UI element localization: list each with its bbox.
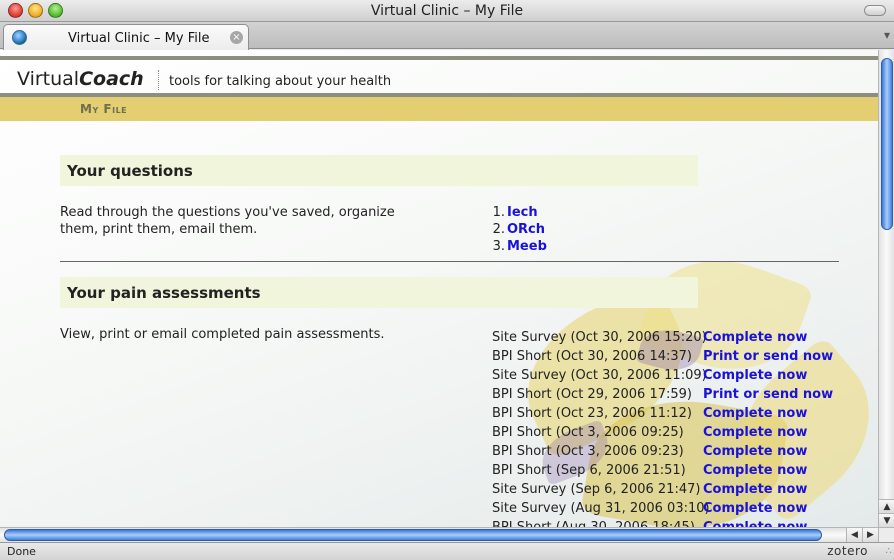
- page-content: VirtualCoach tools for talking about you…: [0, 50, 878, 527]
- scroll-right-arrow-icon[interactable]: ▶: [862, 528, 878, 543]
- zoom-window-button[interactable]: [48, 3, 63, 18]
- tab-bar: Virtual Clinic – My File × ▾: [0, 22, 894, 50]
- assessments-description: View, print or email completed pain asse…: [60, 327, 385, 342]
- section-divider: [60, 261, 839, 262]
- questions-section-title: Your questions: [67, 162, 193, 180]
- questions-description: Read through the questions you've saved,…: [60, 205, 395, 237]
- site-tagline: tools for talking about your health: [169, 74, 392, 89]
- question-link[interactable]: Meeb: [507, 239, 547, 254]
- list-item: 2. ORch: [487, 221, 547, 238]
- assessment-label: BPI Short (Oct 30, 2006 14:37): [492, 349, 692, 364]
- assessment-action-link[interactable]: Complete now: [703, 442, 807, 461]
- list-number: 2.: [492, 222, 505, 237]
- window-title-bar: Virtual Clinic – My File: [0, 0, 894, 22]
- logo-text-bold: Coach: [79, 68, 144, 90]
- nav-bar: My File: [0, 97, 878, 121]
- horizontal-scrollbar[interactable]: ◀ ▶: [0, 527, 878, 543]
- list-number: 3.: [492, 239, 505, 254]
- scroll-up-arrow-icon[interactable]: ▲: [879, 499, 894, 513]
- logo-text-plain: Virtual: [17, 68, 80, 90]
- list-number: 1.: [492, 205, 505, 220]
- assessment-label: BPI Short (Oct 3, 2006 09:25): [492, 425, 684, 440]
- assessment-action-link[interactable]: Complete now: [703, 366, 807, 385]
- assessment-label: BPI Short (Sep 6, 2006 21:51): [492, 463, 686, 478]
- nav-my-file[interactable]: My File: [80, 102, 127, 116]
- questions-section-header: Your questions: [60, 155, 698, 186]
- assessments-section-header: Your pain assessments: [60, 277, 698, 308]
- window-title: Virtual Clinic – My File: [370, 3, 524, 19]
- vertical-scroll-thumb[interactable]: [881, 58, 893, 230]
- assessment-action-link[interactable]: Complete now: [703, 423, 807, 442]
- assessment-label: Site Survey (Sep 6, 2006 21:47): [492, 482, 701, 497]
- globe-icon: [12, 30, 27, 45]
- assessment-label: BPI Short (Oct 29, 2006 17:59): [492, 387, 692, 402]
- assessment-label: BPI Short (Oct 3, 2006 09:23): [492, 444, 684, 459]
- assessment-action-link[interactable]: Complete now: [703, 480, 807, 499]
- header-top-rule: [0, 56, 878, 60]
- site-logo[interactable]: VirtualCoach: [17, 68, 144, 90]
- tab-title: Virtual Clinic – My File: [68, 31, 210, 46]
- assessment-action-link[interactable]: Complete now: [703, 328, 807, 347]
- scroll-down-arrow-icon[interactable]: ▼: [879, 513, 894, 527]
- list-item: 3. Meeb: [487, 238, 547, 255]
- header-divider: [158, 70, 159, 90]
- assessment-label: Site Survey (Oct 30, 2006 15:20): [492, 330, 707, 345]
- assessment-label: Site Survey (Aug 31, 2006 03:10): [492, 501, 710, 516]
- status-text: Done: [7, 545, 36, 558]
- list-item: 1. Iech: [487, 204, 547, 221]
- assessment-label: BPI Short (Aug 30, 2006 18:45): [492, 518, 695, 527]
- assessment-action-link[interactable]: Print or send now: [703, 385, 833, 404]
- vertical-scrollbar[interactable]: ▲ ▼: [878, 50, 894, 527]
- questions-list: 1. Iech 2. ORch 3. Meeb: [487, 204, 547, 255]
- assessment-action-link[interactable]: Complete now: [703, 499, 807, 518]
- assessment-action-link[interactable]: Complete now: [703, 461, 807, 480]
- resize-grip-icon[interactable]: ∴: [886, 546, 892, 557]
- tab-list-icon[interactable]: ▾: [884, 28, 890, 42]
- assessment-action-link[interactable]: Complete now: [703, 404, 807, 423]
- assessment-action-link[interactable]: Print or send now: [703, 347, 833, 366]
- question-link[interactable]: ORch: [507, 222, 545, 237]
- tab-virtual-clinic[interactable]: Virtual Clinic – My File ×: [3, 24, 249, 50]
- assessment-label: Site Survey (Oct 30, 2006 11:09): [492, 368, 707, 383]
- zotero-icon[interactable]: zotero: [827, 544, 868, 558]
- assessments-section-title: Your pain assessments: [67, 284, 261, 302]
- close-window-button[interactable]: [8, 3, 23, 18]
- scroll-left-arrow-icon[interactable]: ◀: [846, 528, 862, 543]
- horizontal-scroll-thumb[interactable]: [4, 529, 822, 541]
- status-bar: Done zotero ∴: [0, 542, 894, 560]
- assessment-action-link[interactable]: Complete now: [703, 518, 807, 527]
- assessment-label: BPI Short (Oct 23, 2006 11:12): [492, 406, 692, 421]
- scroll-corner: [878, 527, 894, 542]
- toolbar-toggle-button[interactable]: [864, 5, 886, 16]
- close-tab-icon[interactable]: ×: [230, 31, 243, 44]
- question-link[interactable]: Iech: [507, 205, 538, 220]
- minimize-window-button[interactable]: [28, 3, 43, 18]
